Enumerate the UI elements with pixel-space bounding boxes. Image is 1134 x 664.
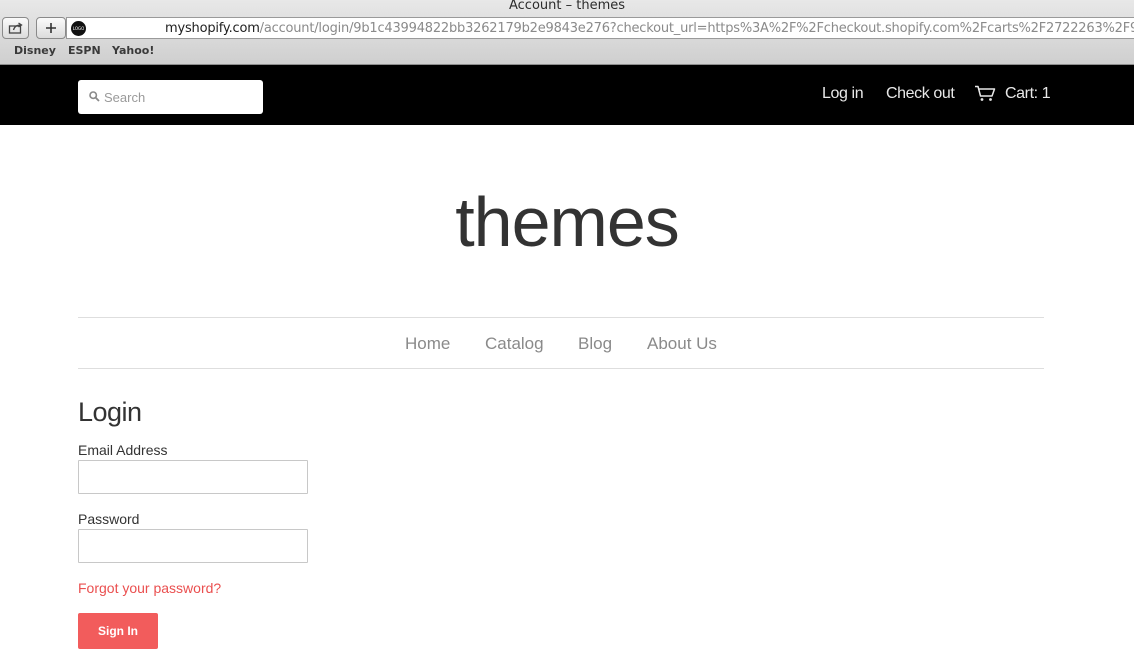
store-header: Log in Check out Cart: 1 (0, 65, 1134, 125)
sign-in-button[interactable]: Sign In (78, 613, 158, 649)
main-nav: Home Catalog Blog About Us (78, 317, 1044, 369)
email-field[interactable] (78, 460, 308, 494)
bookmark-disney[interactable]: Disney (14, 44, 56, 57)
plus-icon (46, 23, 56, 33)
cart-link[interactable]: Cart: 1 (1005, 85, 1051, 103)
window-title: Account – themes (508, 0, 626, 13)
nav-item-about-us[interactable]: About Us (647, 334, 717, 354)
url-host: myshopify.com (165, 21, 260, 36)
password-label: Password (78, 511, 140, 527)
email-label: Email Address (78, 442, 168, 458)
url-text: myshopify.com/account/login/9b1c43994822… (165, 20, 1134, 37)
bookmark-espn[interactable]: ESPN (68, 44, 101, 57)
password-field[interactable] (78, 529, 308, 563)
site-favicon-icon: LOGO (71, 21, 86, 36)
login-link[interactable]: Log in (822, 85, 864, 103)
page-title: Login (78, 397, 142, 427)
new-tab-button[interactable] (36, 17, 66, 39)
address-bar[interactable]: LOGO myshopify.com/account/login/9b1c439… (66, 17, 1134, 39)
share-icon (8, 22, 23, 34)
cart-icon[interactable] (974, 85, 996, 102)
site-logo[interactable]: themes (0, 180, 1134, 264)
search-box[interactable] (78, 80, 263, 114)
nav-item-catalog[interactable]: Catalog (485, 334, 544, 354)
url-path: /account/login/9b1c43994822bb3262179b2e9… (259, 21, 1134, 36)
browser-toolbar: Account – themes LOGO myshopify.com/acco… (0, 0, 1134, 65)
bookmark-yahoo[interactable]: Yahoo! (112, 44, 154, 57)
search-icon (89, 91, 100, 102)
checkout-link[interactable]: Check out (886, 85, 955, 103)
nav-item-home[interactable]: Home (405, 334, 450, 354)
nav-item-blog[interactable]: Blog (578, 334, 612, 354)
search-input[interactable] (104, 80, 259, 114)
forgot-password-link[interactable]: Forgot your password? (78, 580, 221, 596)
share-button[interactable] (2, 17, 29, 39)
